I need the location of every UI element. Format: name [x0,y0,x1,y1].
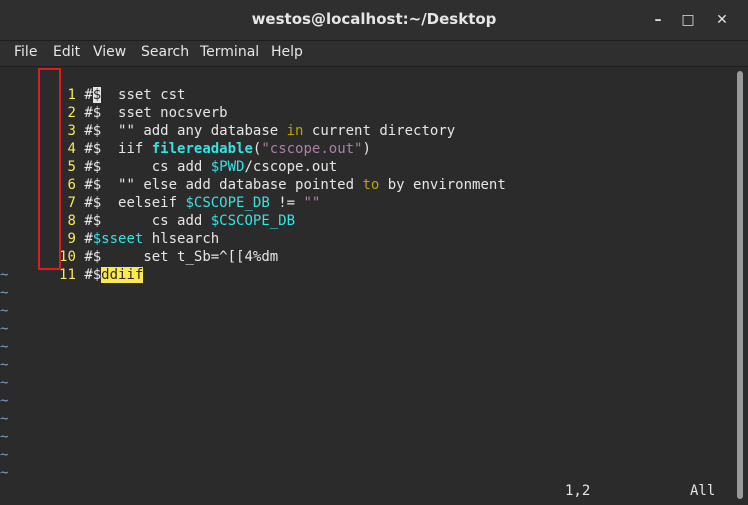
editor-line: 11 #$ddiif [0,248,144,283]
editor-line: 6 #$ "" else add database pointed to by … [67,177,506,193]
editor-line: 1 #$ sset cst [0,68,185,103]
scrollbar-thumb[interactable] [737,71,743,499]
empty-line-tilde: ~ [0,411,9,427]
menu-file[interactable]: File [14,44,37,60]
empty-line-tilde: ~ [0,393,9,409]
cursor-position: 1,2 [565,483,591,499]
empty-line-tilde: ~ [0,339,9,355]
vim-editor[interactable]: 1 #$ sset cst 2 #$ sset nocsverb 3 #$ ""… [0,67,734,505]
empty-line-tilde: ~ [0,285,9,301]
maximize-button[interactable]: □ [676,8,700,32]
empty-line-tilde: ~ [0,465,9,481]
menu-search[interactable]: Search [141,44,189,60]
menu-help[interactable]: Help [271,44,303,60]
menu-edit[interactable]: Edit [53,44,80,60]
menu-terminal[interactable]: Terminal [200,44,259,60]
block-prefix: #$ [84,267,102,283]
window-title: westos@localhost:~/Desktop [251,10,497,28]
visual-block-annotation [38,68,61,270]
empty-line-tilde: ~ [0,357,9,373]
minimize-button[interactable]: – [646,8,670,32]
title-bar[interactable]: westos@localhost:~/Desktop – □ ✕ [0,0,748,41]
empty-line-tilde: ~ [0,447,9,463]
empty-line-tilde: ~ [0,303,9,319]
close-button[interactable]: ✕ [710,8,734,32]
empty-line-tilde: ~ [0,321,9,337]
search-highlight: ddiif [101,267,144,283]
scrollbar[interactable] [734,67,748,505]
empty-line-tilde: ~ [0,375,9,391]
terminal-window: westos@localhost:~/Desktop – □ ✕ File Ed… [0,0,748,505]
empty-line-tilde: ~ [0,429,9,445]
scroll-indicator: All [690,483,716,499]
editor-line: 9 #$sseet hlsearch [67,231,220,247]
menu-view[interactable]: View [93,44,126,60]
line-number: 11 [59,267,76,283]
menu-bar: File Edit View Search Terminal Help [0,41,748,67]
editor-line: 3 #$ "" add any database in current dire… [67,123,456,139]
empty-line-tilde: ~ [0,267,9,283]
editor-line: 2 #$ sset nocsverb [67,105,228,121]
